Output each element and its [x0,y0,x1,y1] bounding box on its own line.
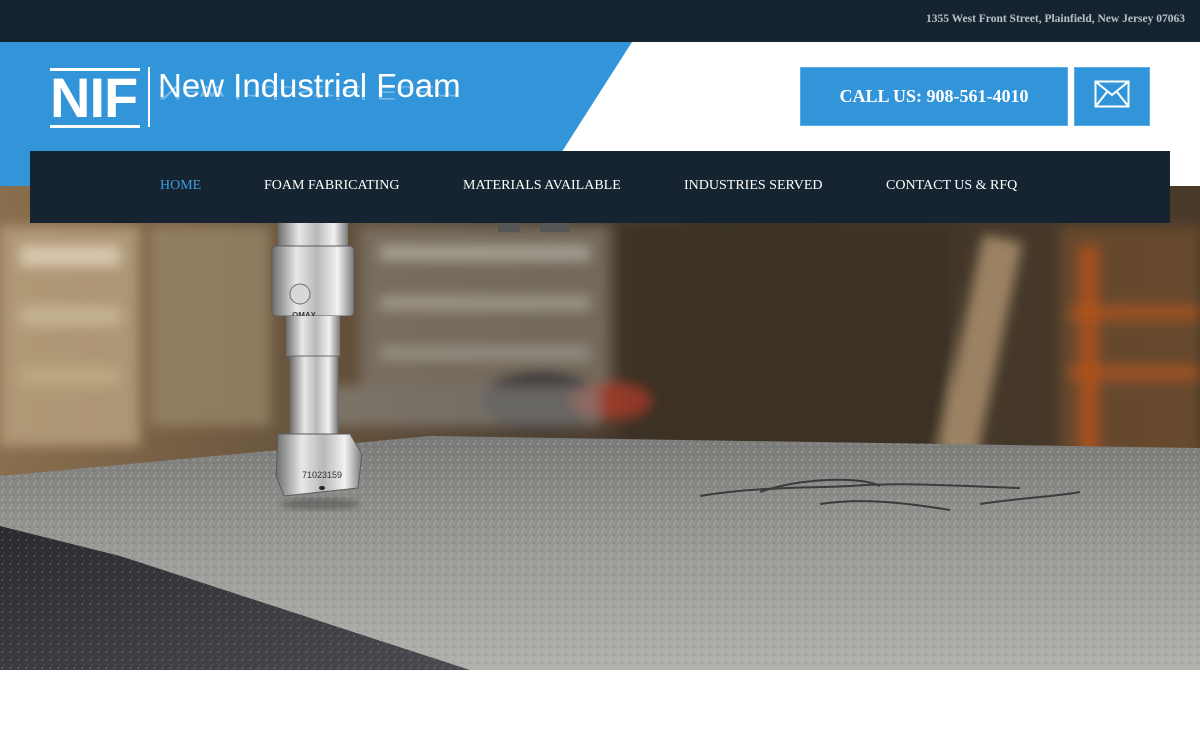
nozzle-serial: 71023159 [302,470,342,480]
waterjet-cutting-foam-illustration: OMAX 71023159 [0,186,1200,670]
nav-item-foam-fabricating[interactable]: FOAM FABRICATING [264,178,399,194]
call-us-button[interactable]: CALL US: 908-561-4010 [800,67,1068,126]
top-bar: 1355 West Front Street, Plainfield, New … [0,0,1200,42]
nav-item-industries-served[interactable]: INDUSTRIES SERVED [684,178,823,194]
logo-name-reflection: New Industrial Foam [158,81,461,104]
main-nav: HOME FOAM FABRICATING MATERIALS AVAILABL… [30,151,1170,223]
hero-image: OMAX 71023159 [0,186,1200,670]
nav-item-contact-us-rfq[interactable]: CONTACT US & RFQ [886,178,1017,194]
email-button[interactable] [1074,67,1150,126]
logo-mark: NIF [50,67,140,129]
nav-item-materials-available[interactable]: MATERIALS AVAILABLE [463,178,621,194]
envelope-icon [1094,80,1130,113]
nav-item-home[interactable]: HOME [160,178,201,194]
site-logo[interactable]: NIF New Industrial Foam New Industrial F… [50,67,510,129]
logo-divider [148,67,150,127]
company-address: 1355 West Front Street, Plainfield, New … [925,13,1185,25]
call-us-label: CALL US: 908-561-4010 [839,86,1029,106]
logo-mark-text: NIF [50,66,138,129]
